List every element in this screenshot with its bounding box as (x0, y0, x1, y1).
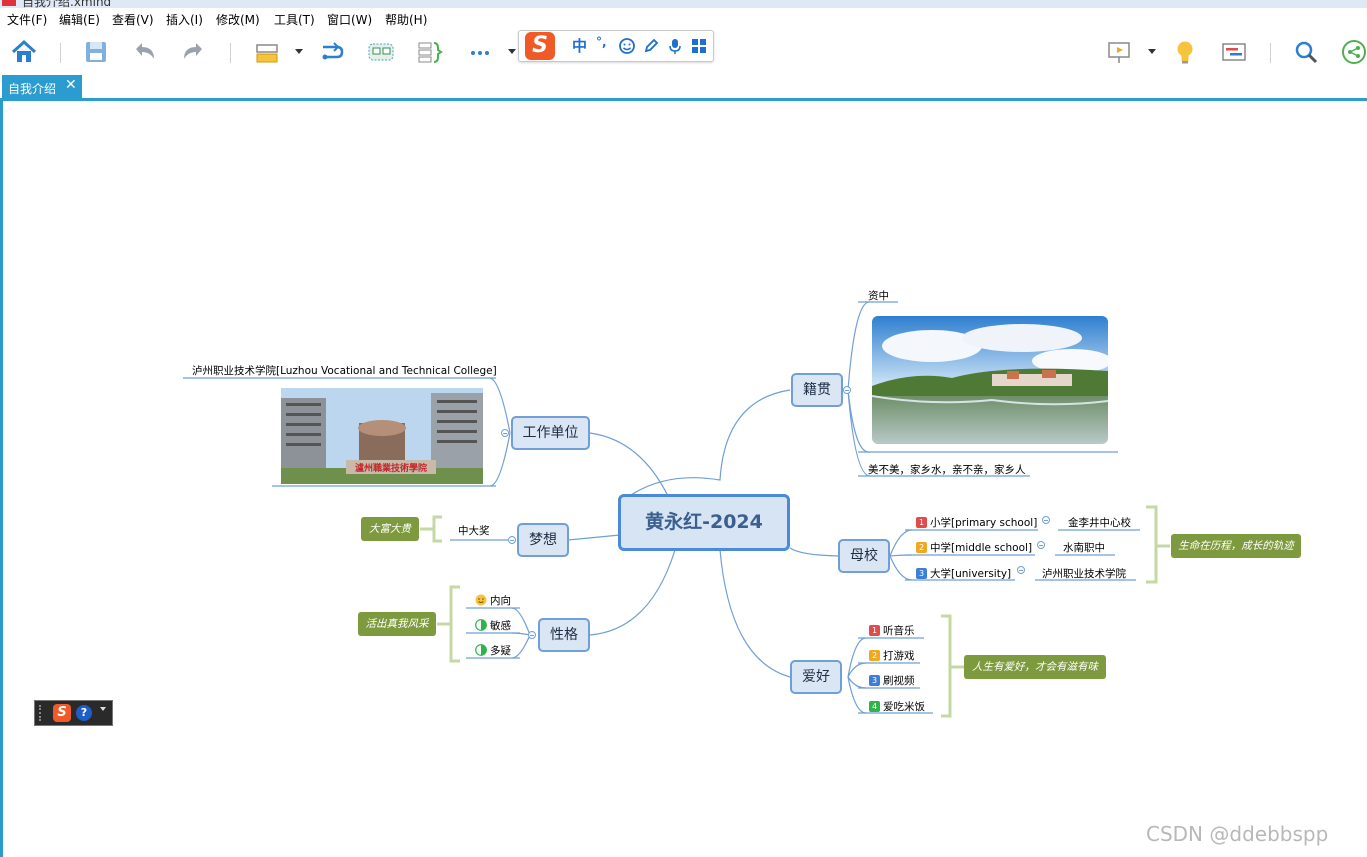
topic-personality[interactable]: 性格 (538, 618, 590, 652)
hobby-label: 听音乐 (883, 625, 915, 637)
school-stage-label: 大学[university] (930, 568, 1012, 580)
topic-label: 母校 (850, 548, 878, 564)
smiley-icon (475, 594, 487, 606)
hobby-label: 爱吃米饭 (883, 701, 925, 713)
priority-2-icon: 2 (869, 650, 880, 661)
connector-layer (183, 301, 1170, 718)
personality-label: 内向 (490, 595, 511, 607)
collapse-toggle[interactable] (501, 429, 509, 437)
college-campus-image[interactable]: 瀘州職業技術學院 (281, 388, 483, 484)
topic-hobby[interactable]: 爱好 (790, 660, 842, 694)
school-stage-label: 中学[middle school] (930, 542, 1033, 554)
collapse-toggle[interactable] (843, 386, 851, 394)
chevron-down-icon[interactable] (100, 707, 106, 711)
half-progress-icon (475, 619, 487, 631)
topic-label: 工作单位 (522, 425, 579, 441)
personality-item[interactable]: 内向 (475, 593, 511, 608)
hobby-item[interactable]: 1 听音乐 (869, 623, 915, 638)
topic-label: 性格 (550, 627, 578, 643)
landscape-photo (872, 316, 1108, 444)
school-stage-university[interactable]: 3 大学[university] (916, 566, 1011, 581)
central-topic-label: 黄永红-2024 (645, 511, 763, 533)
topic-label: 梦想 (529, 532, 557, 548)
drag-handle-icon[interactable] (39, 705, 51, 721)
personality-label: 多疑 (490, 645, 511, 657)
hobby-label: 打游戏 (883, 650, 915, 662)
watermark: CSDN @ddebbspp (1146, 822, 1329, 846)
school-stage-label: 小学[primary school] (930, 517, 1038, 529)
campus-photo: 瀘州職業技術學院 (281, 388, 483, 484)
collapse-toggle[interactable] (1017, 566, 1025, 574)
priority-3-icon: 3 (869, 675, 880, 686)
school-name-middle[interactable]: 水南职中 (1063, 540, 1105, 555)
school-name-university[interactable]: 泸州职业技术学院 (1042, 566, 1126, 581)
personality-item[interactable]: 多疑 (475, 643, 511, 658)
sogou-mini-logo-icon: S (53, 704, 71, 722)
hobby-label: 刷视频 (883, 675, 915, 687)
subtopic-college[interactable]: 泸州职业技术学院[Luzhou Vocational and Technical… (192, 363, 497, 378)
topic-hometown[interactable]: 籍贯 (791, 373, 843, 407)
collapse-toggle[interactable] (528, 631, 536, 639)
personality-item[interactable]: 敏感 (475, 618, 511, 633)
school-stage-primary[interactable]: 1 小学[primary school] (916, 515, 1037, 530)
topic-label: 籍贯 (803, 382, 831, 398)
hobby-item[interactable]: 4 爱吃米饭 (869, 699, 925, 714)
campus-sign-text: 瀘州職業技術學院 (355, 462, 427, 474)
central-topic[interactable]: 黄永红-2024 (618, 494, 790, 551)
priority-1-icon: 1 (916, 517, 927, 528)
summary-personality[interactable]: 活出真我风采 (358, 612, 436, 636)
priority-1-icon: 1 (869, 625, 880, 636)
collapse-toggle[interactable] (508, 536, 516, 544)
hobby-item[interactable]: 2 打游戏 (869, 648, 915, 663)
hometown-landscape-image[interactable] (872, 316, 1108, 444)
hobby-item[interactable]: 3 刷视频 (869, 673, 915, 688)
school-stage-middle[interactable]: 2 中学[middle school] (916, 540, 1032, 555)
collapse-toggle[interactable] (1042, 516, 1050, 524)
collapse-toggle[interactable] (1037, 541, 1045, 549)
personality-label: 敏感 (490, 620, 511, 632)
summary-hobby[interactable]: 人生有爱好，才会有滋有味 (964, 655, 1106, 679)
half-progress-icon (475, 644, 487, 656)
school-name-primary[interactable]: 金李井中心校 (1068, 515, 1131, 530)
topic-label: 爱好 (802, 669, 830, 685)
help-icon[interactable]: ? (76, 705, 92, 721)
priority-2-icon: 2 (916, 542, 927, 553)
topic-dream[interactable]: 梦想 (517, 523, 569, 557)
priority-3-icon: 3 (916, 568, 927, 579)
summary-school[interactable]: 生命在历程，成长的轨迹 (1171, 534, 1301, 558)
ime-mini-bar[interactable]: S ? (34, 700, 113, 726)
subtopic-zizhong[interactable]: 资中 (868, 288, 889, 303)
topic-work[interactable]: 工作单位 (511, 416, 590, 450)
summary-dream[interactable]: 大富大贵 (361, 517, 419, 541)
subtopic-saying[interactable]: 美不美，家乡水，亲不亲，家乡人 (868, 462, 1026, 477)
topic-school[interactable]: 母校 (838, 539, 890, 573)
subtopic-jackpot[interactable]: 中大奖 (458, 523, 490, 538)
priority-4-icon: 4 (869, 701, 880, 712)
